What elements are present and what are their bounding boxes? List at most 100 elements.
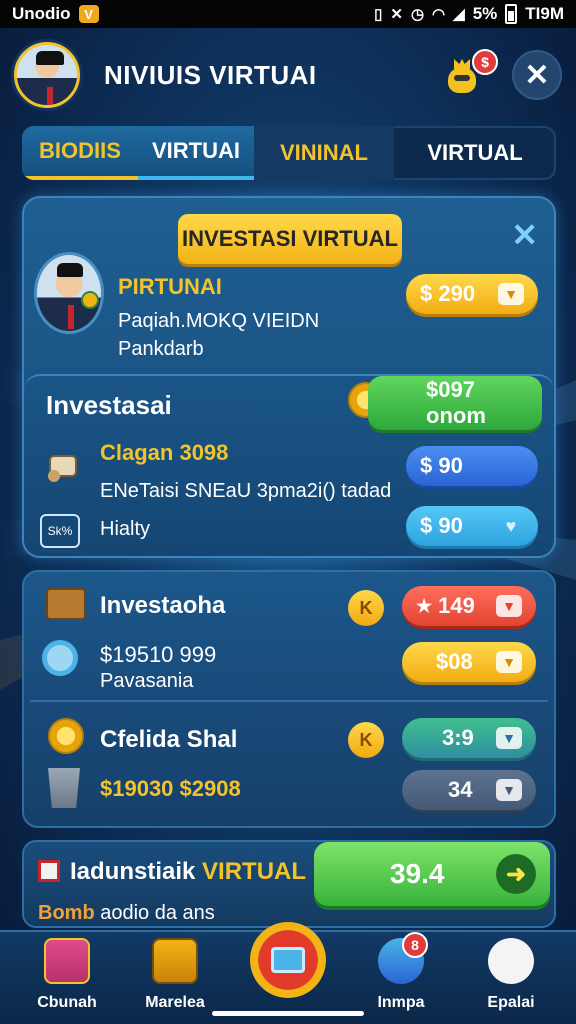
- investasi-card: Investasai $097 onom Clagan 3098 ENeTais…: [24, 374, 554, 556]
- row-title: Clagan 3098: [100, 440, 229, 465]
- profile-line1: Paqiah.MOKQ VIEIDN: [118, 310, 320, 332]
- heart-icon: ♥: [505, 515, 517, 536]
- notification-badge: 8: [402, 932, 428, 958]
- mascot-icon: [488, 938, 534, 984]
- arrow-right-icon: ➜: [496, 854, 536, 894]
- inventory-panel: Investaoha K ★ 149 ▼ $19510 999 Pavasani…: [22, 570, 556, 828]
- green-offer-label: $097 onom: [426, 377, 486, 428]
- promo-banner: Iadunstiaik VIRTUAL Bomb aodio da ans 39…: [22, 840, 556, 928]
- bucket-icon: [48, 768, 80, 808]
- investaoha-label: Investaoha: [100, 592, 226, 619]
- nav-item-marelea[interactable]: Marelea: [130, 938, 220, 1022]
- banner-title: Iadunstiaik VIRTUAL: [70, 858, 306, 886]
- red-price-button[interactable]: ★ 149 ▼: [402, 586, 536, 626]
- price-button-290[interactable]: $ 290 ▼: [406, 274, 538, 314]
- game-title: NIVIUIS VIRTUAI: [104, 59, 317, 90]
- chevron-down-icon: ▼: [496, 779, 522, 801]
- nav-item-inmpa[interactable]: 8 Inmpa: [356, 932, 446, 1022]
- player-avatar[interactable]: [14, 42, 80, 108]
- nav-label: Epalai: [487, 994, 535, 1011]
- owl-eyes: [454, 75, 470, 81]
- signal-icon: ◢: [453, 6, 465, 23]
- tablet-icon: [271, 947, 305, 973]
- nfc-icon: ▯: [374, 6, 383, 23]
- chevron-down-icon: ▼: [496, 651, 522, 673]
- row-subtitle: ENeTaisi SNEaU 3pma2i() tadad: [100, 480, 392, 502]
- clock: TI9M: [525, 4, 564, 23]
- flag-icon: [38, 860, 60, 882]
- tab-bar: BIODIIS VIRTUAI VININAL VIRTUAL: [22, 126, 556, 180]
- chevron-down-icon: ▼: [496, 595, 522, 617]
- k-coin-icon[interactable]: K: [348, 590, 384, 626]
- bottom-nav: Cbunah Marelea 8 Inmpa Epalai: [0, 922, 576, 1024]
- claim-button-value: 39.4: [390, 858, 445, 889]
- pavasania-label: Pavasania: [100, 670, 194, 692]
- coin-stack-icon: [48, 718, 84, 754]
- claim-button[interactable]: 39.4 ➜: [314, 842, 550, 906]
- center-action-button[interactable]: [250, 922, 326, 998]
- nav-label: Inmpa: [377, 994, 425, 1011]
- teal-price-button[interactable]: 3:9 ▼: [402, 718, 536, 758]
- close-button[interactable]: ✕: [512, 50, 562, 100]
- dollar-badge-icon: $: [472, 49, 498, 75]
- k-coin-icon[interactable]: K: [348, 722, 384, 758]
- app-notification-icon: V: [78, 5, 99, 23]
- avatar-tie: [47, 87, 53, 105]
- mute-icon: ✕: [390, 6, 403, 23]
- green-offer-button[interactable]: $097 onom: [368, 376, 542, 430]
- tab-virtuai[interactable]: VIRTUAI: [138, 126, 254, 180]
- scroll-icon: [44, 450, 84, 484]
- gold-price-button[interactable]: $08 ▼: [402, 642, 536, 682]
- nav-label: Cbunah: [37, 994, 97, 1011]
- red-price-label: 149: [438, 593, 475, 618]
- banner-title-prefix: Iadunstiaik: [70, 858, 196, 885]
- investment-panel: INVESTASI VIRTUAL ✕ PIRTUNAI Paqiah.MOKQ…: [22, 196, 556, 558]
- sky-price-button[interactable]: $ 90 ♥: [406, 506, 538, 546]
- panel-divider: [30, 700, 548, 702]
- profile-tie: [68, 305, 74, 329]
- price-button-label: $ 290: [420, 281, 476, 306]
- banner-subtitle: Bomb aodio da ans: [38, 902, 215, 925]
- hialty-label: Hialty: [100, 518, 151, 540]
- tab-vininal[interactable]: VININAL: [254, 126, 394, 180]
- panel-title: INVESTASI VIRTUAL: [178, 214, 402, 264]
- avatar-cap: [36, 51, 64, 65]
- banner-sub-bold: Bomb: [38, 902, 95, 924]
- slate-price-button[interactable]: 34 ▼: [402, 770, 536, 810]
- carrier-label: Unodio: [12, 4, 71, 23]
- profile-cap: [57, 263, 83, 277]
- battery-icon: [505, 4, 518, 24]
- chevron-down-icon: ▼: [498, 283, 524, 305]
- nav-item-cbunah[interactable]: Cbunah: [22, 938, 112, 1022]
- status-bar: Unodio V ▯ ✕ ◷ ◠ ◢ 5% TI9M: [0, 0, 576, 28]
- cfelida-label: Cfelida Shal: [100, 726, 238, 753]
- tab-biodiis[interactable]: BIODIIS: [22, 126, 138, 180]
- tab-virtual[interactable]: VIRTUAL: [394, 126, 556, 180]
- nav-label: Marelea: [145, 994, 205, 1011]
- slate-price-label: 34: [448, 777, 473, 802]
- investasi-title: Investasai: [46, 390, 172, 420]
- crate-icon: [46, 588, 86, 620]
- sky-price-label: $ 90: [420, 513, 463, 538]
- chevron-down-icon: ▼: [496, 727, 522, 749]
- banner-sub-rest: aodio da ans: [100, 902, 215, 924]
- panel-close-icon[interactable]: ✕: [511, 216, 538, 254]
- nav-item-epalai[interactable]: Epalai: [466, 938, 556, 1022]
- home-indicator[interactable]: [212, 1011, 364, 1016]
- blue-price-button[interactable]: $ 90: [406, 446, 538, 486]
- star-icon: ★: [416, 595, 433, 616]
- tag-icon: Sk%: [40, 514, 80, 548]
- profile-avatar[interactable]: [34, 252, 104, 334]
- game-header: NIVIUIS VIRTUAI $ ✕: [14, 34, 562, 116]
- profile-name: PIRTUNAI: [118, 274, 222, 299]
- owl-mascot-icon[interactable]: $: [442, 49, 498, 95]
- amount-label-2: $19030 $2908: [100, 776, 241, 801]
- alarm-icon: ◷: [410, 6, 425, 23]
- battery-percent: 5%: [472, 4, 498, 23]
- gold-price-label: $08: [436, 649, 473, 674]
- magnifier-icon: [42, 640, 78, 676]
- banner-title-highlight: VIRTUAL: [202, 858, 307, 885]
- gift-box-icon: [44, 938, 90, 984]
- wifi-icon: ◠: [432, 6, 446, 23]
- treasure-chest-icon: [152, 938, 198, 984]
